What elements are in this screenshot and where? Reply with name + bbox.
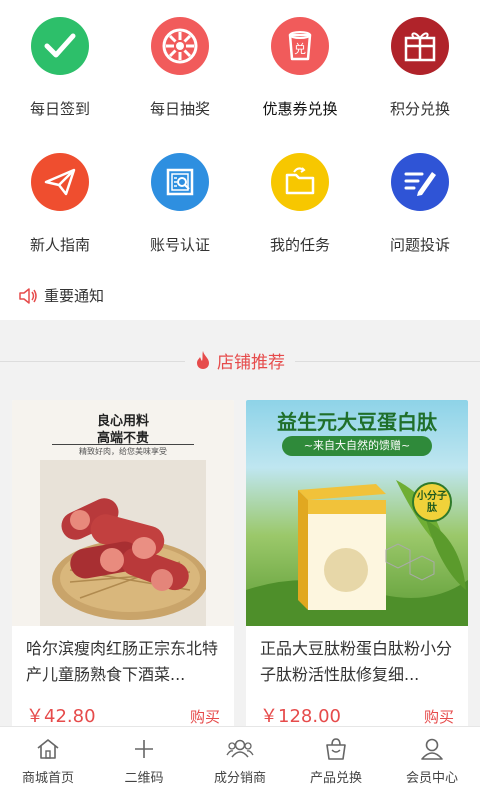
- grid-item-label: 优惠券兑换: [262, 100, 338, 118]
- tab-label: 商城首页: [21, 771, 74, 786]
- image-ribbon: ~来自大自然的馈赠~: [282, 436, 432, 456]
- tab-label: 会员中心: [405, 771, 458, 786]
- grid-item-label: 积分兑换: [389, 100, 450, 118]
- buy-button[interactable]: 购买: [424, 706, 454, 727]
- flame-icon: [197, 351, 209, 369]
- grid-item-newbie-guide[interactable]: 新人指南: [0, 136, 120, 272]
- grid-item-label: 新人指南: [29, 236, 90, 254]
- grid-item-account-verify[interactable]: 账号认证: [120, 136, 240, 272]
- tab-label: 二维码: [124, 771, 164, 786]
- product-name: 哈尔滨瘦肉红肠正宗东北特产儿童肠熟食下酒菜...: [26, 639, 219, 684]
- users-icon: [226, 739, 254, 758]
- tab-label: 产品兑换: [309, 771, 362, 786]
- gift-box-icon: [391, 17, 449, 75]
- shopping-bag-icon: [326, 738, 346, 760]
- coupon-cup-icon: 兑: [271, 17, 329, 75]
- product-image: 益生元大豆蛋白肽 ~来自大自然的馈赠~ 小分子肽: [246, 400, 468, 626]
- price-row: ￥128.00 购买: [260, 702, 454, 728]
- home-icon: [37, 739, 59, 759]
- sausage-basket-illustration: [40, 460, 206, 626]
- tab-label: 成分销商: [213, 771, 266, 786]
- image-title: 益生元大豆蛋白肽: [277, 410, 437, 434]
- grid-item-daily-checkin[interactable]: 每日签到: [0, 0, 120, 136]
- grid-item-my-tasks[interactable]: 我的任务: [240, 136, 360, 272]
- grid-item-complaints[interactable]: 问题投诉: [360, 136, 480, 272]
- tab-home[interactable]: 商城首页: [0, 727, 96, 800]
- folder-icon: [271, 153, 329, 211]
- product-name: 正品大豆肽粉蛋白肽粉小分子肽粉活性肽修复细...: [260, 639, 453, 684]
- product-card[interactable]: 良心用料 高端不贵 精致好肉，给您美味享受 哈尔滨瘦肉红肠正宗东北特产儿童肠熟食…: [12, 400, 234, 730]
- grid-item-daily-lottery[interactable]: 每日抽奖: [120, 0, 240, 136]
- tab-distributor[interactable]: 成分销商: [192, 727, 288, 800]
- grid-item-label: 问题投诉: [389, 236, 450, 254]
- bottom-tab-bar: 商城首页 二维码 成分销商 产品兑换 会员中心: [0, 726, 480, 800]
- lottery-wheel-icon: [151, 17, 209, 75]
- plus-icon: [135, 740, 153, 758]
- section-header: 店铺推荐: [0, 320, 480, 400]
- grid-item-label: 每日抽奖: [149, 100, 210, 118]
- grid-item-label: 每日签到: [29, 100, 90, 118]
- product-price: ￥42.80: [26, 706, 96, 727]
- safe-box-icon: [151, 153, 209, 211]
- edit-list-icon: [391, 153, 449, 211]
- image-caption: 精致好肉，给您美味享受: [79, 447, 167, 456]
- product-list: 良心用料 高端不贵 精致好肉，给您美味享受 哈尔滨瘦肉红肠正宗东北特产儿童肠熟食…: [0, 400, 480, 730]
- product-card[interactable]: 益生元大豆蛋白肽 ~来自大自然的馈赠~ 小分子肽 正品大豆肽粉蛋白肽粉小分子肽粉…: [246, 400, 468, 730]
- grid-item-label: 账号认证: [149, 236, 210, 254]
- important-notice[interactable]: 重要通知: [18, 285, 104, 306]
- tab-qrcode[interactable]: 二维码: [96, 727, 192, 800]
- price-row: ￥42.80 购买: [26, 702, 220, 728]
- tab-member-center[interactable]: 会员中心: [384, 727, 480, 800]
- paper-plane-icon: [31, 153, 89, 211]
- checkmark-icon: [31, 17, 89, 75]
- tab-product-exchange[interactable]: 产品兑换: [288, 727, 384, 800]
- image-badge: 小分子肽: [412, 482, 452, 522]
- product-price: ￥128.00: [260, 706, 341, 727]
- speaker-icon: [19, 287, 37, 304]
- section-title-text: 店铺推荐: [217, 352, 285, 373]
- buy-button[interactable]: 购买: [190, 706, 220, 727]
- feature-grid: 每日签到 每日抽奖 兑 优惠券兑换 积分兑换 新人指南 账号认证 我的任务 问题…: [0, 0, 480, 272]
- grid-item-coupon-exchange[interactable]: 兑 优惠券兑换: [240, 0, 360, 136]
- svg-text:兑: 兑: [294, 42, 306, 56]
- grid-item-label: 我的任务: [269, 236, 330, 254]
- notice-label: 重要通知: [44, 287, 105, 305]
- top-panel: 每日签到 每日抽奖 兑 优惠券兑换 积分兑换 新人指南 账号认证 我的任务 问题…: [0, 0, 480, 320]
- user-icon: [421, 738, 443, 760]
- grid-item-points-exchange[interactable]: 积分兑换: [360, 0, 480, 136]
- section-title: 店铺推荐: [185, 347, 295, 373]
- product-image: 良心用料 高端不贵 精致好肉，给您美味享受: [12, 400, 234, 626]
